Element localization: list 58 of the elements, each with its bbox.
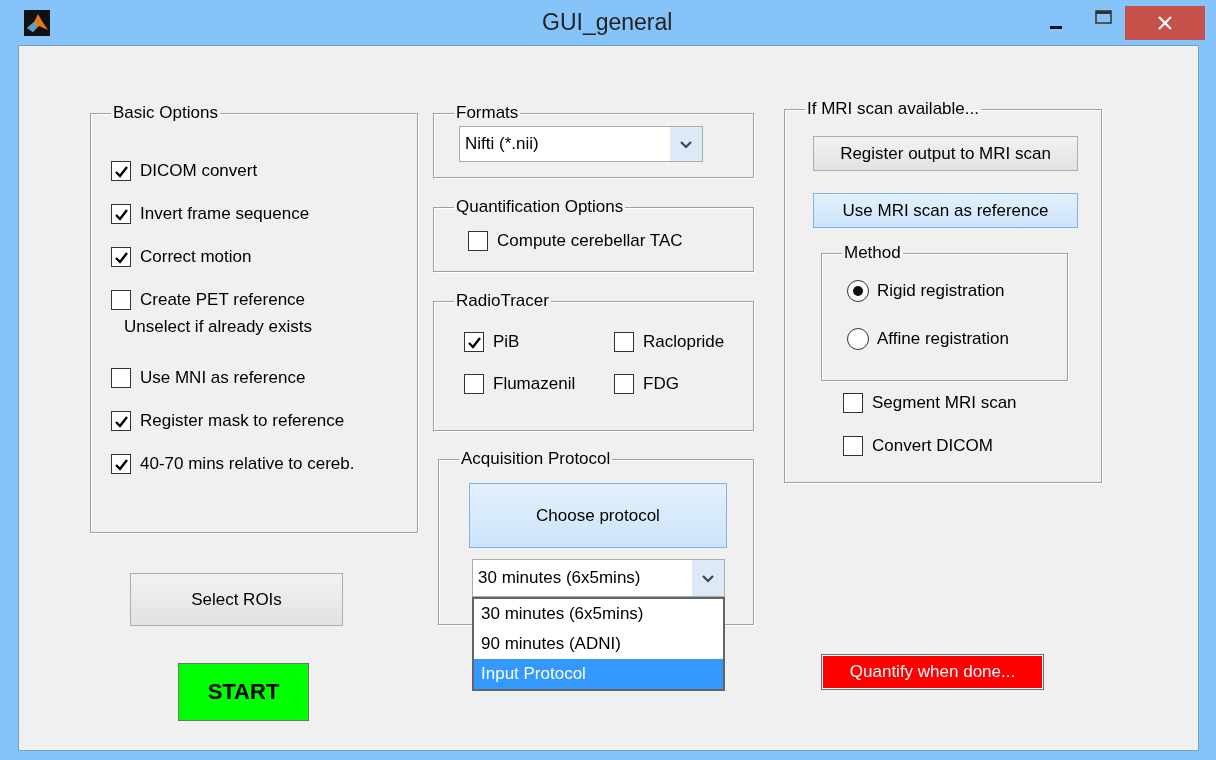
checkbox-label: 40-70 mins relative to cereb. <box>140 454 355 474</box>
checkbox[interactable] <box>843 436 863 456</box>
checkbox-label: Compute cerebellar TAC <box>497 231 683 251</box>
checkbox-label: Create PET reference <box>140 290 306 310</box>
checkbox-label: Flumazenil <box>493 374 576 394</box>
checkbox[interactable] <box>614 332 634 352</box>
checkbox[interactable] <box>464 374 484 394</box>
panel-title: Formats <box>455 103 520 123</box>
app-logo-icon <box>24 9 50 36</box>
push-button[interactable]: Quantify when done... <box>821 654 1044 690</box>
checkbox-label: Correct motion <box>140 247 252 267</box>
dropdown[interactable]: Nifti (*.nii) <box>459 126 703 162</box>
minimize-icon <box>1050 25 1062 29</box>
panel-title: Method <box>843 243 902 263</box>
panel-title: If MRI scan available... <box>806 99 980 119</box>
checkbox[interactable] <box>111 290 131 310</box>
maximize-icon <box>1094 10 1112 24</box>
push-button[interactable]: Select ROIs <box>130 573 343 626</box>
checkbox[interactable] <box>111 411 131 431</box>
checkbox[interactable] <box>468 231 488 251</box>
checkbox[interactable] <box>111 204 131 224</box>
checkbox-label: Use MNI as reference <box>140 368 306 388</box>
checkbox-label: Raclopride <box>643 332 725 352</box>
checkbox[interactable] <box>111 161 131 181</box>
panel-title: Acquisition Protocol <box>460 449 612 469</box>
panel-title: Basic Options <box>112 103 219 123</box>
checkbox-label: DICOM convert <box>140 161 258 181</box>
chevron-down-icon <box>680 139 692 149</box>
push-button[interactable]: Register output to MRI scan <box>813 136 1078 171</box>
radio-label: Affine registration <box>877 329 1009 349</box>
radio-label: Rigid registration <box>877 281 1005 301</box>
window-title: GUI_general <box>542 9 673 36</box>
checkbox-label: Invert frame sequence <box>140 204 310 224</box>
checkbox[interactable] <box>464 332 484 352</box>
close-button[interactable] <box>1125 6 1205 40</box>
start-button[interactable]: START <box>178 663 309 721</box>
close-icon <box>1158 16 1172 30</box>
dropdown[interactable]: 30 minutes (6x5mins) <box>472 559 725 597</box>
push-button[interactable]: Choose protocol <box>469 483 727 548</box>
chevron-down-icon <box>702 573 714 583</box>
checkbox-label: Segment MRI scan <box>872 393 1017 413</box>
checkbox-label: Convert DICOM <box>872 436 993 456</box>
checkbox-label: PiB <box>493 332 520 352</box>
radio-button[interactable] <box>847 328 869 350</box>
panel-title: RadioTracer <box>455 291 550 311</box>
push-button[interactable]: Use MRI scan as reference <box>813 193 1078 228</box>
checkbox[interactable] <box>614 374 634 394</box>
checkbox[interactable] <box>843 393 863 413</box>
checkbox-label: FDG <box>643 374 679 394</box>
checkbox[interactable] <box>111 368 131 388</box>
hint-text: Unselect if already exists <box>124 317 314 337</box>
checkbox[interactable] <box>111 454 131 474</box>
dropdown-option[interactable]: 30 minutes (6x5mins) <box>474 599 723 629</box>
dropdown-option[interactable]: 90 minutes (ADNI) <box>474 629 723 659</box>
checkbox-label: Register mask to reference <box>140 411 345 431</box>
panel-title: Quantification Options <box>455 197 625 217</box>
checkbox[interactable] <box>111 247 131 267</box>
radio-button[interactable] <box>847 280 869 302</box>
